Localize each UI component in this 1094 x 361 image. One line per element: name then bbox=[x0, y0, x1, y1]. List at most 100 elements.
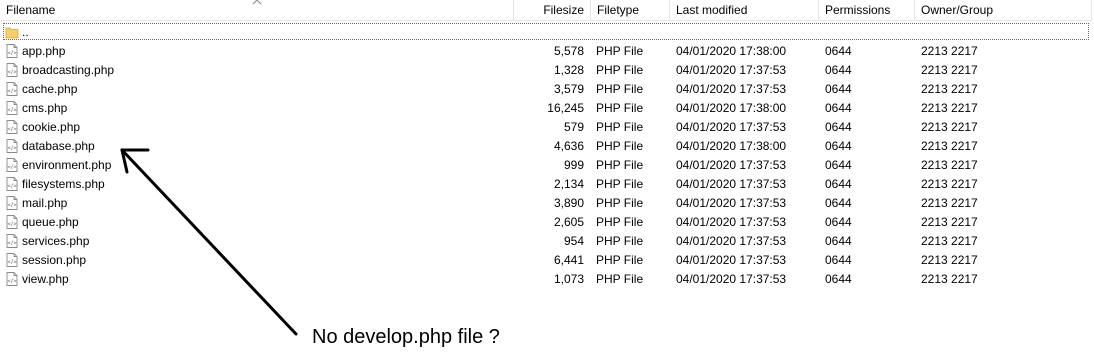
file-permissions: 0644 bbox=[825, 272, 852, 286]
php-file-icon: </> bbox=[6, 253, 18, 267]
file-owner-group: 2213 2217 bbox=[921, 120, 978, 134]
file-row[interactable]: </> cms.php 16,245 PHP File 04/01/2020 17:38… bbox=[0, 99, 1092, 118]
svg-text:</>: </> bbox=[7, 222, 16, 228]
php-file-icon: </> bbox=[6, 272, 18, 286]
file-permissions: 0644 bbox=[825, 44, 852, 58]
file-last-modified: 04/01/2020 17:37:53 bbox=[676, 120, 787, 134]
svg-text:</>: </> bbox=[7, 260, 16, 266]
file-permissions: 0644 bbox=[825, 120, 852, 134]
file-row[interactable]: </> app.php 5,578 PHP File 04/01/2020 17:38:… bbox=[0, 42, 1092, 61]
file-name: database.php bbox=[22, 139, 95, 153]
file-last-modified: 04/01/2020 17:37:53 bbox=[676, 63, 787, 77]
file-name: cms.php bbox=[22, 101, 68, 115]
annotation-text: No develop.php file ? bbox=[312, 326, 500, 348]
parent-directory-row[interactable]: .. bbox=[0, 23, 1092, 42]
file-row[interactable]: </> environment.php 999 PHP File 04/01/2020 … bbox=[0, 156, 1092, 175]
file-last-modified: 04/01/2020 17:37:53 bbox=[676, 272, 787, 286]
file-list-pane: Filename Filesize Filetype Last modified… bbox=[0, 0, 1094, 361]
file-size: 16,245 bbox=[547, 101, 584, 115]
file-size: 1,073 bbox=[553, 272, 584, 286]
php-file-icon: </> bbox=[6, 177, 18, 191]
file-size: 2,605 bbox=[553, 215, 584, 229]
file-type: PHP File bbox=[596, 63, 644, 77]
file-permissions: 0644 bbox=[825, 63, 852, 77]
file-permissions: 0644 bbox=[825, 196, 852, 210]
file-type: PHP File bbox=[596, 177, 644, 191]
file-owner-group: 2213 2217 bbox=[921, 234, 978, 248]
file-type: PHP File bbox=[596, 101, 644, 115]
php-file-icon: </> bbox=[6, 120, 18, 134]
file-row[interactable]: </> view.php 1,073 PHP File 04/01/2020 17:37… bbox=[0, 270, 1092, 289]
file-row[interactable]: </> mail.php 3,890 PHP File 04/01/2020 17:37… bbox=[0, 194, 1092, 213]
file-last-modified: 04/01/2020 17:37:53 bbox=[676, 158, 787, 172]
file-permissions: 0644 bbox=[825, 177, 852, 191]
file-row[interactable]: </> database.php 4,636 PHP File 04/01/2020 1… bbox=[0, 137, 1092, 156]
file-name: environment.php bbox=[22, 158, 112, 172]
file-size: 3,890 bbox=[553, 196, 584, 210]
file-size: 2,134 bbox=[553, 177, 584, 191]
file-name: filesystems.php bbox=[22, 177, 105, 191]
column-header-permissions[interactable]: Permissions bbox=[819, 0, 915, 21]
file-row[interactable]: </> queue.php 2,605 PHP File 04/01/2020 17:3… bbox=[0, 213, 1092, 232]
file-last-modified: 04/01/2020 17:37:53 bbox=[676, 253, 787, 267]
file-last-modified: 04/01/2020 17:38:00 bbox=[676, 139, 787, 153]
file-permissions: 0644 bbox=[825, 139, 852, 153]
file-name: app.php bbox=[22, 44, 66, 58]
file-row[interactable]: </> session.php 6,441 PHP File 04/01/2020 17… bbox=[0, 251, 1092, 270]
column-header-owner-group[interactable]: Owner/Group bbox=[915, 0, 1092, 21]
file-type: PHP File bbox=[596, 44, 644, 58]
file-type: PHP File bbox=[596, 215, 644, 229]
file-owner-group: 2213 2217 bbox=[921, 63, 978, 77]
file-row[interactable]: </> services.php 954 PHP File 04/01/2020 17:… bbox=[0, 232, 1092, 251]
file-type: PHP File bbox=[596, 234, 644, 248]
php-file-icon: </> bbox=[6, 44, 18, 58]
php-file-icon: </> bbox=[6, 215, 18, 229]
svg-text:</>: </> bbox=[7, 89, 16, 95]
file-type: PHP File bbox=[596, 272, 644, 286]
file-type: PHP File bbox=[596, 82, 644, 96]
file-permissions: 0644 bbox=[825, 234, 852, 248]
file-owner-group: 2213 2217 bbox=[921, 44, 978, 58]
column-header-last-modified[interactable]: Last modified bbox=[670, 0, 819, 21]
file-last-modified: 04/01/2020 17:37:53 bbox=[676, 82, 787, 96]
file-name: queue.php bbox=[22, 215, 79, 229]
file-owner-group: 2213 2217 bbox=[921, 196, 978, 210]
file-owner-group: 2213 2217 bbox=[921, 215, 978, 229]
file-last-modified: 04/01/2020 17:38:00 bbox=[676, 101, 787, 115]
file-permissions: 0644 bbox=[825, 101, 852, 115]
svg-text:</>: </> bbox=[7, 165, 16, 171]
column-header-filesize[interactable]: Filesize bbox=[514, 0, 591, 21]
file-last-modified: 04/01/2020 17:37:53 bbox=[676, 215, 787, 229]
svg-text:</>: </> bbox=[7, 51, 16, 57]
file-owner-group: 2213 2217 bbox=[921, 177, 978, 191]
php-file-icon: </> bbox=[6, 196, 18, 210]
file-row[interactable]: </> cookie.php 579 PHP File 04/01/2020 17:37… bbox=[0, 118, 1092, 137]
parent-directory-name: .. bbox=[22, 25, 29, 39]
php-file-icon: </> bbox=[6, 63, 18, 77]
svg-text:</>: </> bbox=[7, 241, 16, 247]
file-last-modified: 04/01/2020 17:37:53 bbox=[676, 196, 787, 210]
svg-text:</>: </> bbox=[7, 127, 16, 133]
file-size: 4,636 bbox=[553, 139, 584, 153]
sort-caret-icon bbox=[252, 0, 262, 5]
file-name: view.php bbox=[22, 272, 69, 286]
php-file-icon: </> bbox=[6, 139, 18, 153]
svg-text:</>: </> bbox=[7, 70, 16, 76]
svg-text:</>: </> bbox=[7, 146, 16, 152]
php-file-icon: </> bbox=[6, 82, 18, 96]
file-row[interactable]: </> broadcasting.php 1,328 PHP File 04/01/20… bbox=[0, 61, 1092, 80]
file-owner-group: 2213 2217 bbox=[921, 82, 978, 96]
file-size: 3,579 bbox=[553, 82, 584, 96]
file-type: PHP File bbox=[596, 139, 644, 153]
file-owner-group: 2213 2217 bbox=[921, 101, 978, 115]
file-owner-group: 2213 2217 bbox=[921, 139, 978, 153]
column-header-row: Filename Filesize Filetype Last modified… bbox=[0, 0, 1092, 21]
file-name: broadcasting.php bbox=[22, 63, 115, 77]
file-size: 1,328 bbox=[553, 63, 584, 77]
file-row[interactable]: </> filesystems.php 2,134 PHP File 04/01/202… bbox=[0, 175, 1092, 194]
file-owner-group: 2213 2217 bbox=[921, 272, 978, 286]
file-permissions: 0644 bbox=[825, 158, 852, 172]
folder-icon bbox=[5, 27, 19, 39]
column-header-filetype[interactable]: Filetype bbox=[591, 0, 670, 21]
file-row[interactable]: </> cache.php 3,579 PHP File 04/01/2020 17:3… bbox=[0, 80, 1092, 99]
